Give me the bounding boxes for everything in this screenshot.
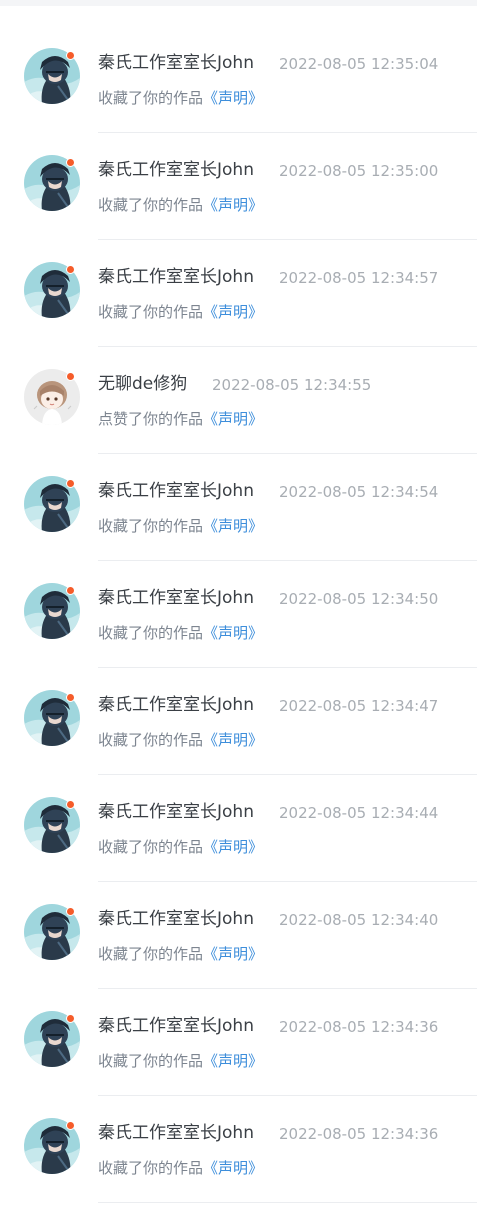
action-line: 收藏了你的作品《声明》 bbox=[98, 87, 263, 109]
unread-dot bbox=[66, 800, 75, 809]
work-link[interactable]: 《声明》 bbox=[203, 410, 263, 428]
action-text: 收藏了你的作品 bbox=[98, 731, 204, 749]
user-name[interactable]: 秦氏工作室室长John bbox=[98, 51, 254, 75]
unread-dot bbox=[66, 372, 75, 381]
user-name[interactable]: 秦氏工作室室长John bbox=[98, 907, 254, 931]
action-text: 收藏了你的作品 bbox=[98, 1052, 204, 1070]
notification-item[interactable]: 秦氏工作室室长John 2022-08-05 12:35:04 收藏了你的作品《… bbox=[0, 26, 477, 133]
work-link[interactable]: 《声明》 bbox=[203, 1052, 263, 1070]
timestamp: 2022-08-05 12:34:50 bbox=[279, 590, 439, 608]
unread-dot bbox=[66, 586, 75, 595]
timestamp: 2022-08-05 12:34:36 bbox=[279, 1018, 439, 1036]
action-text: 收藏了你的作品 bbox=[98, 945, 204, 963]
unread-dot bbox=[66, 158, 75, 167]
timestamp: 2022-08-05 12:34:40 bbox=[279, 911, 439, 929]
action-line: 收藏了你的作品《声明》 bbox=[98, 622, 263, 644]
notification-item[interactable]: 秦氏工作室室长John 2022-08-05 12:35:00 收藏了你的作品《… bbox=[0, 133, 477, 240]
timestamp: 2022-08-05 12:34:54 bbox=[279, 483, 439, 501]
action-line: 收藏了你的作品《声明》 bbox=[98, 194, 263, 216]
work-link[interactable]: 《声明》 bbox=[203, 1159, 263, 1177]
work-link[interactable]: 《声明》 bbox=[203, 303, 263, 321]
unread-dot bbox=[66, 1014, 75, 1023]
work-link[interactable]: 《声明》 bbox=[203, 517, 263, 535]
divider bbox=[98, 1202, 477, 1203]
top-strip bbox=[0, 0, 477, 6]
user-name[interactable]: 秦氏工作室室长John bbox=[98, 693, 254, 717]
notification-item[interactable]: 秦氏工作室室长John 2022-08-05 12:34:40 收藏了你的作品《… bbox=[0, 882, 477, 989]
user-name[interactable]: 无聊de修狗 bbox=[98, 372, 187, 396]
timestamp: 2022-08-05 12:34:36 bbox=[279, 1125, 439, 1143]
notification-item[interactable]: 秦氏工作室室长John 2022-08-05 12:34:57 收藏了你的作品《… bbox=[0, 240, 477, 347]
timestamp: 2022-08-05 12:34:47 bbox=[279, 697, 439, 715]
unread-dot bbox=[66, 479, 75, 488]
action-line: 收藏了你的作品《声明》 bbox=[98, 943, 263, 965]
action-text: 收藏了你的作品 bbox=[98, 624, 204, 642]
work-link[interactable]: 《声明》 bbox=[203, 838, 263, 856]
unread-dot bbox=[66, 693, 75, 702]
notification-item[interactable]: 秦氏工作室室长John 2022-08-05 12:34:47 收藏了你的作品《… bbox=[0, 668, 477, 775]
unread-dot bbox=[66, 1121, 75, 1130]
user-name[interactable]: 秦氏工作室室长John bbox=[98, 1014, 254, 1038]
user-name[interactable]: 秦氏工作室室长John bbox=[98, 586, 254, 610]
unread-dot bbox=[66, 51, 75, 60]
timestamp: 2022-08-05 12:34:44 bbox=[279, 804, 439, 822]
notification-item[interactable]: 秦氏工作室室长John 2022-08-05 12:34:36 收藏了你的作品《… bbox=[0, 1096, 477, 1203]
user-name[interactable]: 秦氏工作室室长John bbox=[98, 800, 254, 824]
notification-item[interactable]: 秦氏工作室室长John 2022-08-05 12:34:36 收藏了你的作品《… bbox=[0, 989, 477, 1096]
action-text: 收藏了你的作品 bbox=[98, 1159, 204, 1177]
notification-list: 秦氏工作室室长John 2022-08-05 12:35:04 收藏了你的作品《… bbox=[0, 26, 477, 1203]
unread-dot bbox=[66, 907, 75, 916]
work-link[interactable]: 《声明》 bbox=[203, 731, 263, 749]
action-line: 收藏了你的作品《声明》 bbox=[98, 729, 263, 751]
action-text: 收藏了你的作品 bbox=[98, 303, 204, 321]
action-line: 收藏了你的作品《声明》 bbox=[98, 1157, 263, 1179]
action-text: 收藏了你的作品 bbox=[98, 838, 204, 856]
action-text: 点赞了你的作品 bbox=[98, 410, 204, 428]
notification-item[interactable]: 秦氏工作室室长John 2022-08-05 12:34:50 收藏了你的作品《… bbox=[0, 561, 477, 668]
timestamp: 2022-08-05 12:35:04 bbox=[279, 55, 439, 73]
work-link[interactable]: 《声明》 bbox=[203, 89, 263, 107]
action-line: 收藏了你的作品《声明》 bbox=[98, 836, 263, 858]
work-link[interactable]: 《声明》 bbox=[203, 196, 263, 214]
notification-item[interactable]: 秦氏工作室室长John 2022-08-05 12:34:44 收藏了你的作品《… bbox=[0, 775, 477, 882]
work-link[interactable]: 《声明》 bbox=[203, 624, 263, 642]
unread-dot bbox=[66, 265, 75, 274]
user-name[interactable]: 秦氏工作室室长John bbox=[98, 158, 254, 182]
action-line: 收藏了你的作品《声明》 bbox=[98, 515, 263, 537]
user-name[interactable]: 秦氏工作室室长John bbox=[98, 265, 254, 289]
timestamp: 2022-08-05 12:35:00 bbox=[279, 162, 439, 180]
timestamp: 2022-08-05 12:34:57 bbox=[279, 269, 439, 287]
work-link[interactable]: 《声明》 bbox=[203, 945, 263, 963]
action-text: 收藏了你的作品 bbox=[98, 89, 204, 107]
action-text: 收藏了你的作品 bbox=[98, 196, 204, 214]
notification-item[interactable]: 无聊de修狗 2022-08-05 12:34:55 点赞了你的作品《声明》 bbox=[0, 347, 477, 454]
timestamp: 2022-08-05 12:34:55 bbox=[212, 376, 372, 394]
action-line: 点赞了你的作品《声明》 bbox=[98, 408, 263, 430]
action-line: 收藏了你的作品《声明》 bbox=[98, 1050, 263, 1072]
action-line: 收藏了你的作品《声明》 bbox=[98, 301, 263, 323]
notification-item[interactable]: 秦氏工作室室长John 2022-08-05 12:34:54 收藏了你的作品《… bbox=[0, 454, 477, 561]
action-text: 收藏了你的作品 bbox=[98, 517, 204, 535]
user-name[interactable]: 秦氏工作室室长John bbox=[98, 479, 254, 503]
user-name[interactable]: 秦氏工作室室长John bbox=[98, 1121, 254, 1145]
